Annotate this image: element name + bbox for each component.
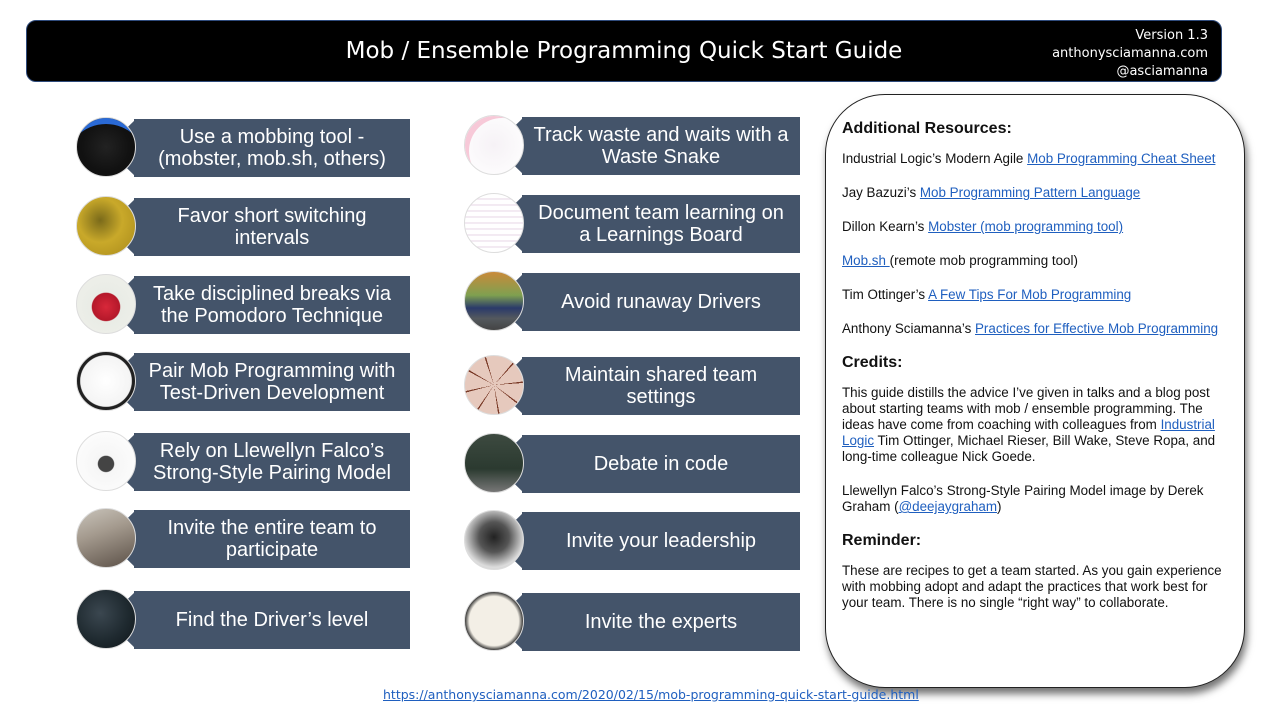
tip-label: Document team learning on a Learnings Bo… [538, 202, 784, 246]
tip-item: Invite the entire team to participate [76, 508, 410, 570]
resources-panel: Additional Resources: Industrial Logic’s… [825, 94, 1245, 688]
tip-item: Use a mobbing tool - (mobster, mob.sh, o… [76, 117, 410, 179]
leader-photo-image [464, 510, 524, 570]
deejaygraham-link[interactable]: @deejaygraham [899, 499, 997, 514]
mobbing-tool-screenshot-image [76, 117, 136, 177]
page-title: Mob / Ensemble Programming Quick Start G… [345, 38, 903, 64]
resource-item: Anthony Sciamanna’s Practices for Effect… [842, 321, 1237, 337]
credits-text-2: Tim Ottinger, Michael Rieser, Bill Wake,… [842, 433, 1216, 464]
title-banner: Mob / Ensemble Programming Quick Start G… [26, 20, 1222, 82]
tip-item: Pair Mob Programming with Test-Driven De… [76, 351, 410, 413]
resource-author: Industrial Logic’s Modern Agile [842, 151, 1028, 166]
guide-url-link[interactable]: https://anthonysciamanna.com/2020/02/15/… [383, 687, 919, 702]
speeding-car-photo-image [464, 271, 524, 331]
resource-item: Jay Bazuzi’s Mob Programming Pattern Lan… [842, 185, 1237, 201]
twitter-handle: @asciamanna [1116, 64, 1208, 79]
team-room-photo-image [76, 508, 136, 568]
tip-item: Track waste and waits with a Waste Snake [464, 115, 800, 177]
credits-paragraph: This guide distills the advice I’ve give… [842, 385, 1237, 465]
tip-item: Favor short switching intervals [76, 196, 410, 258]
waste-snake-board-image [464, 115, 524, 175]
tip-label: Invite your leadership [565, 530, 757, 552]
steering-wheel-photo-image [76, 589, 136, 649]
resource-author: Dillon Kearn’s [842, 219, 929, 234]
tip-banner: Take disciplined breaks via the Pomodoro… [134, 276, 410, 334]
resource-item: Mob.sh (remote mob programming tool) [842, 253, 1237, 269]
tip-label: Track waste and waits with a Waste Snake [533, 124, 789, 168]
tip-label: Debate in code [593, 453, 729, 475]
tip-item: Document team learning on a Learnings Bo… [464, 193, 800, 255]
learnings-board-image [464, 193, 524, 253]
timer-switch-photo-image [76, 196, 136, 256]
reminder-heading: Reminder: [842, 532, 922, 549]
tip-banner: Rely on Llewellyn Falco’s Strong-Style P… [134, 433, 410, 491]
tip-item: Avoid runaway Drivers [464, 271, 800, 333]
resource-link[interactable]: Mobster (mob programming tool) [928, 219, 1123, 234]
tip-banner: Favor short switching intervals [134, 198, 410, 256]
resource-note: (remote mob programming tool) [889, 253, 1078, 268]
resource-link[interactable]: Mob Programming Pattern Language [920, 185, 1140, 200]
tip-banner: Use a mobbing tool - (mobster, mob.sh, o… [134, 119, 410, 177]
tip-banner: Document team learning on a Learnings Bo… [522, 195, 800, 253]
resource-author: Jay Bazuzi’s [842, 185, 920, 200]
tip-banner: Find the Driver’s level [134, 591, 410, 649]
tip-banner: Track waste and waits with a Waste Snake [522, 117, 800, 175]
tip-label: Pair Mob Programming with Test-Driven De… [148, 360, 396, 404]
reminder-text: These are recipes to get a team started.… [842, 563, 1222, 610]
strong-style-sketch-image [76, 431, 136, 491]
version-label: Version 1.3 [1135, 28, 1208, 43]
resource-author: Anthony Sciamanna’s [842, 321, 975, 336]
tip-banner: Debate in code [522, 435, 800, 493]
resource-item: Industrial Logic’s Modern Agile Mob Prog… [842, 151, 1237, 167]
image-credit-paragraph: Llewellyn Falco’s Strong-Style Pairing M… [842, 483, 1237, 515]
image-credit-close: ) [997, 499, 1002, 514]
resources-list: Industrial Logic’s Modern Agile Mob Prog… [842, 151, 1237, 337]
header-meta: Version 1.3 anthonysciamanna.com @asciam… [1052, 27, 1208, 81]
credits-text: This guide distills the advice I’ve give… [842, 385, 1210, 432]
tip-banner: Avoid runaway Drivers [522, 273, 800, 331]
resource-link[interactable]: A Few Tips For Mob Programming [928, 287, 1131, 302]
image-credit-text: Llewellyn Falco’s Strong-Style Pairing M… [842, 483, 1204, 514]
resource-link[interactable]: Mob.sh [842, 253, 890, 268]
tip-label: Rely on Llewellyn Falco’s Strong-Style P… [153, 440, 391, 484]
ask-the-experts-sign-image [464, 591, 524, 651]
tip-label: Maintain shared team settings [564, 364, 758, 408]
resource-item: Tim Ottinger’s A Few Tips For Mob Progra… [842, 287, 1237, 303]
tip-label: Invite the experts [584, 611, 738, 633]
resource-author: Tim Ottinger’s [842, 287, 929, 302]
tip-item: Invite your leadership [464, 510, 800, 572]
resource-link[interactable]: Mob Programming Cheat Sheet [1027, 151, 1215, 166]
tip-item: Rely on Llewellyn Falco’s Strong-Style P… [76, 431, 410, 493]
tip-banner: Maintain shared team settings [522, 357, 800, 415]
sliced-pie-photo-image [464, 355, 524, 415]
tip-banner: Invite the experts [522, 593, 800, 651]
chalkboard-photo-image [464, 433, 524, 493]
resource-item: Dillon Kearn’s Mobster (mob programming … [842, 219, 1237, 235]
tip-label: Use a mobbing tool - (mobster, mob.sh, o… [158, 126, 386, 170]
tip-label: Take disciplined breaks via the Pomodoro… [153, 283, 391, 327]
tip-label: Find the Driver’s level [175, 609, 369, 631]
tip-item: Take disciplined breaks via the Pomodoro… [76, 274, 410, 336]
website-label: anthonysciamanna.com [1052, 46, 1208, 61]
tip-item: Find the Driver’s level [76, 589, 410, 651]
tip-item: Maintain shared team settings [464, 355, 800, 417]
tip-label: Invite the entire team to participate [167, 517, 377, 561]
tip-banner: Invite your leadership [522, 512, 800, 570]
tip-item: Invite the experts [464, 591, 800, 653]
tip-item: Debate in code [464, 433, 800, 495]
tip-label: Avoid runaway Drivers [561, 291, 761, 313]
credits-heading: Credits: [842, 354, 903, 371]
tip-banner: Invite the entire team to participate [134, 510, 410, 568]
resource-link[interactable]: Practices for Effective Mob Programming [975, 321, 1218, 336]
resources-heading: Additional Resources: [842, 120, 1012, 137]
tip-label: Favor short switching intervals [177, 205, 367, 249]
pomodoro-tomato-timer-image [76, 274, 136, 334]
tip-banner: Pair Mob Programming with Test-Driven De… [134, 353, 410, 411]
tdd-cycle-diagram-image [76, 351, 136, 411]
